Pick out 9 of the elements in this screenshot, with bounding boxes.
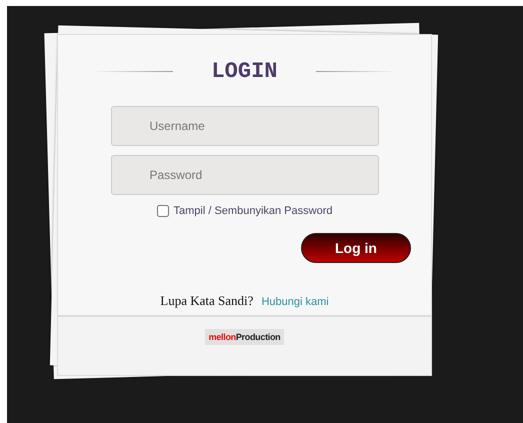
login-title: LOGIN: [211, 59, 278, 84]
password-field[interactable]: Password: [110, 155, 378, 195]
show-password-label: Tampil / Sembunyikan Password: [174, 205, 332, 217]
show-password-checkbox[interactable]: [156, 205, 169, 217]
forgot-password-text: Lupa Kata Sandi?: [160, 293, 254, 309]
username-field[interactable]: Username: [110, 106, 378, 146]
login-button[interactable]: Log in: [301, 233, 411, 263]
brand-logo: mellonProduction: [204, 329, 284, 345]
contact-link[interactable]: Hubungi kami: [261, 296, 329, 308]
